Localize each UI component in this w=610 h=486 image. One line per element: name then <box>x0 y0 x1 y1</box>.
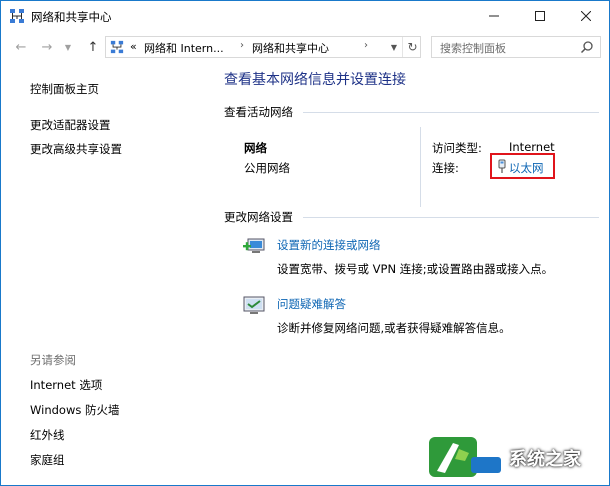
access-type-label: 访问类型: <box>432 141 482 155</box>
search-placeholder: 搜索控制面板 <box>440 42 506 55</box>
connection-highlight-box[interactable]: 以太网 <box>490 153 555 179</box>
chevron-down-icon: ▼ <box>64 42 72 52</box>
sidebar-item-change-adapter-settings[interactable]: 更改适配器设置 <box>30 117 111 133</box>
breadcrumb-network-sharing-center[interactable]: 网络和共享中心 <box>252 40 329 56</box>
sidebar-item-infrared[interactable]: 红外线 <box>30 427 65 443</box>
maximize-icon <box>535 11 545 21</box>
network-center-icon <box>10 9 24 23</box>
vertical-divider <box>420 127 421 207</box>
main-content: 查看基本网络信息并设置连接 查看活动网络 网络 公用网络 访问类型: Inter… <box>213 63 609 485</box>
connections-label: 连接: <box>432 161 459 175</box>
new-connection-icon <box>243 238 265 253</box>
sidebar-item-internet-options[interactable]: Internet 选项 <box>30 377 102 393</box>
sidebar: 控制面板主页 更改适配器设置 更改高级共享设置 另请参阅 Internet 选项… <box>1 63 213 485</box>
back-button[interactable]: ← <box>11 37 31 57</box>
close-button[interactable] <box>563 1 609 31</box>
control-panel-window: 网络和共享中心 ← → ▼ ↑ « 网络和 Intern... › 网络和共享中… <box>0 0 610 486</box>
network-center-icon <box>110 40 124 54</box>
maximize-button[interactable] <box>517 1 563 31</box>
search-icon <box>580 41 593 54</box>
address-dropdown-button[interactable]: ▼ <box>386 37 402 57</box>
sidebar-item-change-advanced-sharing[interactable]: 更改高级共享设置 <box>30 141 122 157</box>
window-title: 网络和共享中心 <box>31 10 112 24</box>
page-title: 查看基本网络信息并设置连接 <box>224 72 406 88</box>
arrow-right-icon: → <box>41 39 53 55</box>
troubleshoot-problems-description: 诊断并修复网络问题,或者获得疑难解答信息。 <box>277 321 511 335</box>
title-bar[interactable]: 网络和共享中心 <box>1 1 609 31</box>
setup-new-connection-link[interactable]: 设置新的连接或网络 <box>277 237 381 253</box>
ethernet-icon <box>498 159 506 173</box>
breadcrumb-network-internet[interactable]: 网络和 Intern... <box>144 40 224 56</box>
chevron-right-icon[interactable]: › <box>240 40 244 51</box>
setup-new-connection-description: 设置宽带、拨号或 VPN 连接;或设置路由器或接入点。 <box>277 262 554 276</box>
close-icon <box>581 11 591 21</box>
see-also-heading: 另请参阅 <box>30 353 76 367</box>
troubleshoot-icon <box>243 296 265 314</box>
network-name: 网络 <box>244 141 267 155</box>
refresh-button[interactable]: ↻ <box>402 37 422 57</box>
section-divider <box>303 217 599 218</box>
breadcrumb-overflow[interactable]: « <box>130 40 137 53</box>
chevron-down-icon: ▼ <box>390 42 398 52</box>
arrow-left-icon: ← <box>15 39 27 55</box>
search-input[interactable]: 搜索控制面板 <box>431 36 601 58</box>
up-button[interactable]: ↑ <box>83 37 103 57</box>
sidebar-item-homegroup[interactable]: 家庭组 <box>30 452 65 468</box>
chevron-right-icon[interactable]: › <box>364 40 368 51</box>
arrow-up-icon: ↑ <box>87 39 99 55</box>
active-networks-header: 查看活动网络 <box>224 105 293 119</box>
minimize-button[interactable] <box>471 1 517 31</box>
navigation-bar: ← → ▼ ↑ « 网络和 Intern... › 网络和共享中心 › ▼ ↻ … <box>1 31 609 63</box>
change-settings-header: 更改网络设置 <box>224 210 293 224</box>
network-category: 公用网络 <box>244 161 290 175</box>
refresh-icon: ↻ <box>407 40 418 54</box>
forward-button[interactable]: → <box>37 37 57 57</box>
recent-locations-button[interactable]: ▼ <box>61 37 75 57</box>
sidebar-item-windows-firewall[interactable]: Windows 防火墙 <box>30 402 120 418</box>
section-divider <box>303 112 599 113</box>
sidebar-item-control-panel-home[interactable]: 控制面板主页 <box>30 81 99 97</box>
watermark: 系统之家 <box>411 431 609 485</box>
watermark-text: 系统之家 <box>509 449 581 470</box>
troubleshoot-problems-link[interactable]: 问题疑难解答 <box>277 296 346 312</box>
address-bar[interactable]: « 网络和 Intern... › 网络和共享中心 › ▼ ↻ <box>105 36 421 58</box>
access-type-value: Internet <box>509 140 555 154</box>
ethernet-connection-link[interactable]: 以太网 <box>509 160 544 176</box>
minimize-icon <box>489 15 499 17</box>
